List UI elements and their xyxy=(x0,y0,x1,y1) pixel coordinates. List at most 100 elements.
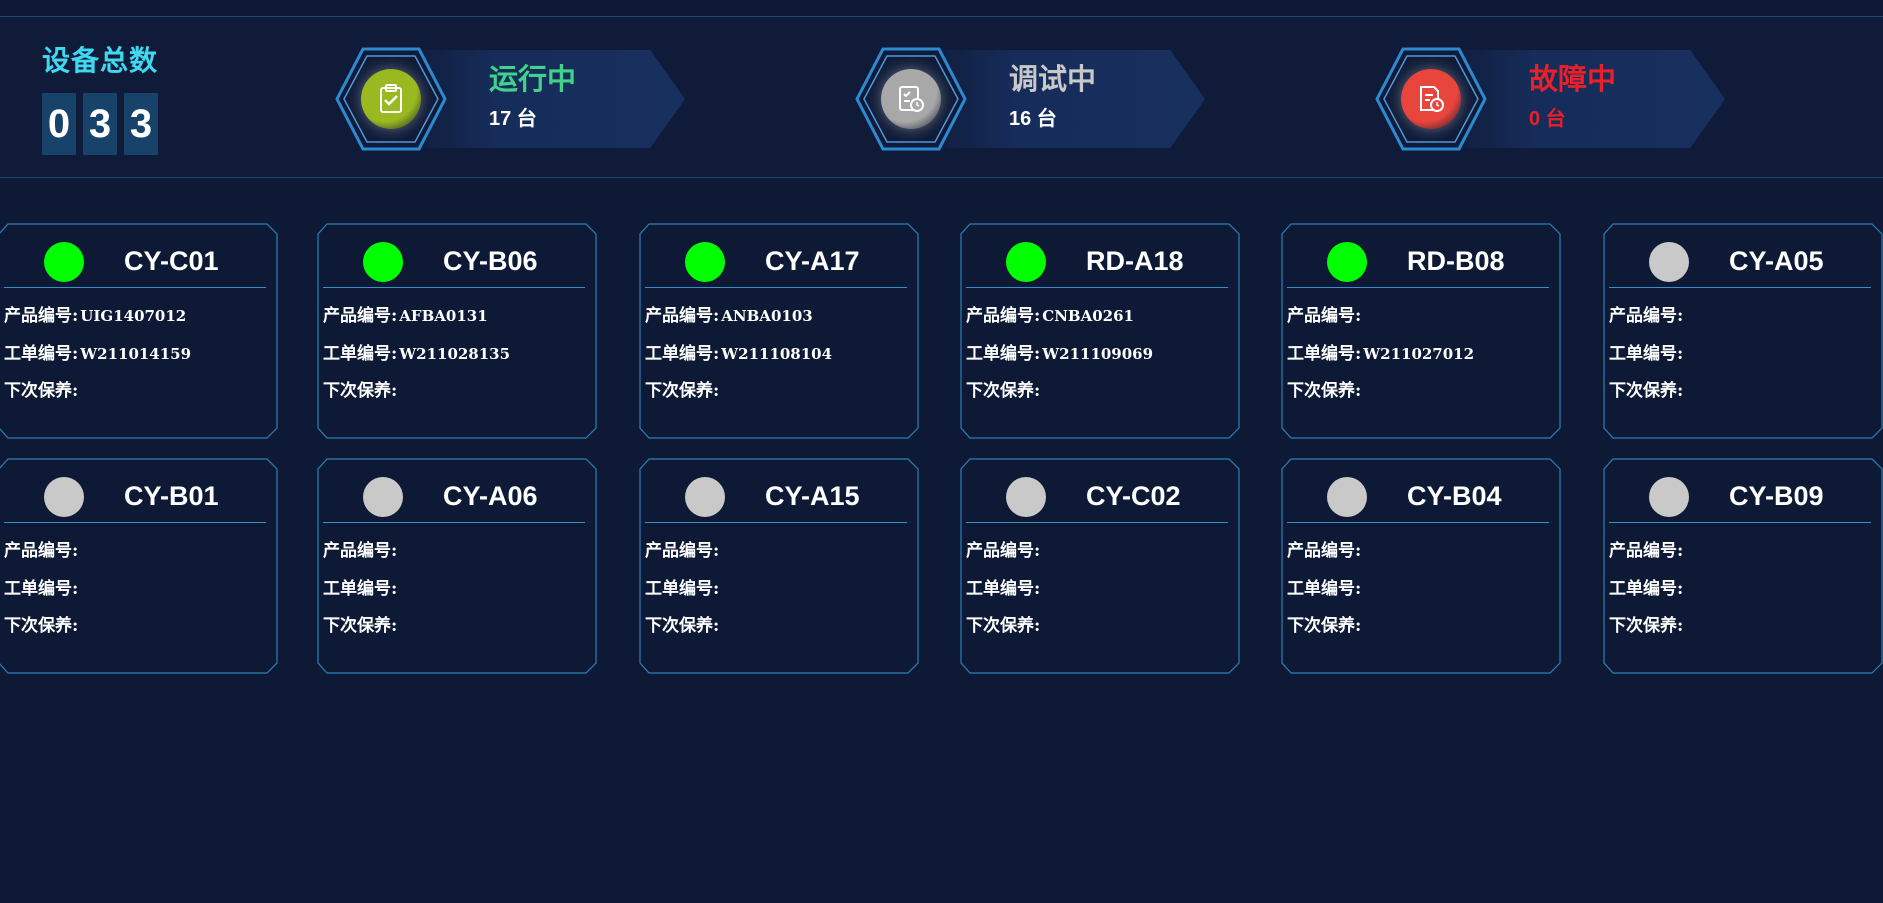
product-value: CNBA0261 xyxy=(1042,307,1134,325)
maintenance-field: 下次保养: xyxy=(1287,376,1363,401)
device-card[interactable]: CY-B09 产品编号: 工单编号: 下次保养: xyxy=(1603,458,1883,674)
order-field: 工单编号: xyxy=(1287,574,1363,599)
maintenance-field: 下次保养: xyxy=(966,376,1042,401)
maintenance-label: 下次保养: xyxy=(4,381,79,401)
order-value: W211028135 xyxy=(399,345,511,363)
product-label: 产品编号: xyxy=(1609,306,1684,326)
device-card[interactable]: CY-C01 产品编号: UIG1407012 工单编号: W211014159 下次保养… xyxy=(0,223,278,439)
order-value: W211027012 xyxy=(1363,345,1475,363)
order-field: 工单编号: xyxy=(4,574,80,599)
status-text: 运行中 17 台 xyxy=(489,62,576,131)
hexagon-badge xyxy=(1375,47,1487,151)
maintenance-label: 下次保养: xyxy=(323,616,398,636)
status-label: 故障中 xyxy=(1529,64,1617,96)
status-label: 调试中 xyxy=(1009,64,1097,96)
order-label: 工单编号: xyxy=(645,344,720,364)
product-label: 产品编号: xyxy=(966,541,1041,561)
device-card[interactable]: CY-A17 产品编号: ANBA0103 工单编号: W211108104 下次保养: xyxy=(639,223,919,439)
order-value: W211108104 xyxy=(721,345,833,363)
order-value: W211014159 xyxy=(80,345,192,363)
product-label: 产品编号: xyxy=(645,541,720,561)
maintenance-field: 下次保养: xyxy=(323,376,399,401)
device-card[interactable]: RD-A18 产品编号: CNBA0261 工单编号: W211109069 下次保养: xyxy=(960,223,1240,439)
device-name: CY-A17 xyxy=(765,246,860,276)
device-name: CY-A06 xyxy=(443,481,538,511)
product-field: 产品编号: xyxy=(1609,536,1685,561)
product-value: UIG1407012 xyxy=(80,307,187,325)
device-name: CY-B09 xyxy=(1729,481,1824,511)
order-label: 工单编号: xyxy=(1287,344,1362,364)
order-label: 工单编号: xyxy=(323,579,398,599)
product-field: 产品编号: xyxy=(645,536,721,561)
counter-digit: 3 xyxy=(83,93,117,155)
maintenance-label: 下次保养: xyxy=(4,616,79,636)
maintenance-field: 下次保养: xyxy=(4,611,80,636)
device-card[interactable]: CY-B01 产品编号: 工单编号: 下次保养: xyxy=(0,458,278,674)
maintenance-label: 下次保养: xyxy=(966,616,1041,636)
status-dot xyxy=(44,242,84,282)
maintenance-field: 下次保养: xyxy=(645,611,721,636)
maintenance-label: 下次保养: xyxy=(1609,616,1684,636)
status-running: 运行中 17 台 xyxy=(335,47,685,151)
counter-digit: 0 xyxy=(42,93,76,155)
status-count: 0 台 xyxy=(1529,108,1566,130)
product-label: 产品编号: xyxy=(4,541,79,561)
hexagon-badge xyxy=(335,47,447,151)
product-field: 产品编号: xyxy=(966,536,1042,561)
checklist-clock-icon xyxy=(881,69,941,129)
card-header: CY-C01 xyxy=(4,238,266,288)
product-field: 产品编号: AFBA0131 xyxy=(323,301,488,326)
device-name: CY-A15 xyxy=(765,481,860,511)
maintenance-label: 下次保养: xyxy=(1287,616,1362,636)
order-field: 工单编号: W211027012 xyxy=(1287,339,1474,364)
order-label: 工单编号: xyxy=(4,344,79,364)
product-value: AFBA0131 xyxy=(399,307,488,325)
order-label: 工单编号: xyxy=(4,579,79,599)
device-name: CY-A05 xyxy=(1729,246,1824,276)
order-field: 工单编号: W211028135 xyxy=(323,339,510,364)
order-label: 工单编号: xyxy=(323,344,398,364)
device-card[interactable]: CY-B04 产品编号: 工单编号: 下次保养: xyxy=(1281,458,1561,674)
device-card[interactable]: CY-B06 产品编号: AFBA0131 工单编号: W211028135 下次保养: xyxy=(317,223,597,439)
card-header: CY-B01 xyxy=(4,473,266,523)
device-card[interactable]: CY-A05 产品编号: 工单编号: 下次保养: xyxy=(1603,223,1883,439)
maintenance-label: 下次保养: xyxy=(645,381,720,401)
order-label: 工单编号: xyxy=(1287,579,1362,599)
maintenance-field: 下次保养: xyxy=(1609,376,1685,401)
product-field: 产品编号: UIG1407012 xyxy=(4,301,186,326)
status-dot xyxy=(1649,477,1689,517)
device-card[interactable]: CY-A15 产品编号: 工单编号: 下次保养: xyxy=(639,458,919,674)
maintenance-label: 下次保养: xyxy=(323,381,398,401)
status-dot xyxy=(363,477,403,517)
order-field: 工单编号: xyxy=(966,574,1042,599)
device-name: CY-B06 xyxy=(443,246,538,276)
product-label: 产品编号: xyxy=(1287,541,1362,561)
maintenance-label: 下次保养: xyxy=(1609,381,1684,401)
product-value: ANBA0103 xyxy=(721,307,813,325)
device-total: 设备总数 0 3 3 xyxy=(42,39,158,155)
order-label: 工单编号: xyxy=(1609,344,1684,364)
product-label: 产品编号: xyxy=(966,306,1041,326)
device-name: CY-B01 xyxy=(124,481,219,511)
status-count: 17 台 xyxy=(489,108,537,130)
card-header: CY-B04 xyxy=(1287,473,1549,523)
device-card[interactable]: RD-B08 产品编号: 工单编号: W211027012 下次保养: xyxy=(1281,223,1561,439)
card-header: RD-B08 xyxy=(1287,238,1549,288)
device-name: RD-A18 xyxy=(1086,246,1184,276)
product-label: 产品编号: xyxy=(323,541,398,561)
product-label: 产品编号: xyxy=(323,306,398,326)
device-card[interactable]: CY-C02 产品编号: 工单编号: 下次保养: xyxy=(960,458,1240,674)
order-field: 工单编号: xyxy=(645,574,721,599)
status-dot xyxy=(363,242,403,282)
product-field: 产品编号: xyxy=(1609,301,1685,326)
product-field: 产品编号: xyxy=(1287,301,1363,326)
order-label: 工单编号: xyxy=(966,579,1041,599)
device-name: CY-B04 xyxy=(1407,481,1502,511)
card-header: CY-A17 xyxy=(645,238,907,288)
product-field: 产品编号: xyxy=(323,536,399,561)
product-field: 产品编号: xyxy=(4,536,80,561)
device-card[interactable]: CY-A06 产品编号: 工单编号: 下次保养: xyxy=(317,458,597,674)
device-name: RD-B08 xyxy=(1407,246,1505,276)
status-text: 调试中 16 台 xyxy=(1009,62,1096,131)
status-dot xyxy=(1327,477,1367,517)
